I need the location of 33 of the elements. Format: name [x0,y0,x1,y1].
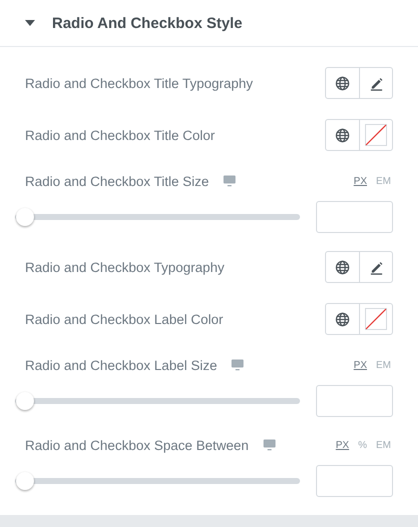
unit-option[interactable]: PX [354,360,367,371]
slider-handle[interactable] [16,208,34,226]
desktop-icon[interactable] [262,439,276,452]
globe-icon [335,128,350,143]
unit-option[interactable]: % [358,440,367,451]
control-label: Radio and Checkbox Title Size [25,174,209,189]
control-label: Radio and Checkbox Title Typography [25,76,253,91]
slider[interactable] [15,470,300,492]
section-header[interactable]: Radio And Checkbox Style [0,0,418,48]
slider-handle[interactable] [16,472,34,490]
globe-icon [335,76,350,91]
control-label: Radio and Checkbox Space Between [25,438,249,453]
number-input[interactable] [316,201,393,234]
number-input[interactable] [316,465,393,498]
globe-icon [335,260,350,275]
control-label: Radio and Checkbox Label Color [25,312,224,327]
unit-option[interactable]: PX [336,440,350,451]
control-label: Radio and Checkbox Typography [25,260,224,275]
number-input[interactable] [316,385,393,418]
pencil-icon [368,260,384,275]
no-color-swatch [365,124,387,146]
no-color-swatch [365,308,387,330]
slider[interactable] [15,206,300,228]
slider-handle[interactable] [16,392,34,410]
section-title: Radio And Checkbox Style [52,14,242,32]
control-label: Radio and Checkbox Title Color [25,128,215,143]
globe-icon [335,312,350,327]
unit-option[interactable]: PX [354,176,367,187]
control-label: Radio and Checkbox Label Size [25,358,218,373]
pencil-icon [368,76,384,91]
desktop-icon[interactable] [231,359,244,372]
desktop-icon[interactable] [222,175,236,188]
slider[interactable] [15,390,300,412]
